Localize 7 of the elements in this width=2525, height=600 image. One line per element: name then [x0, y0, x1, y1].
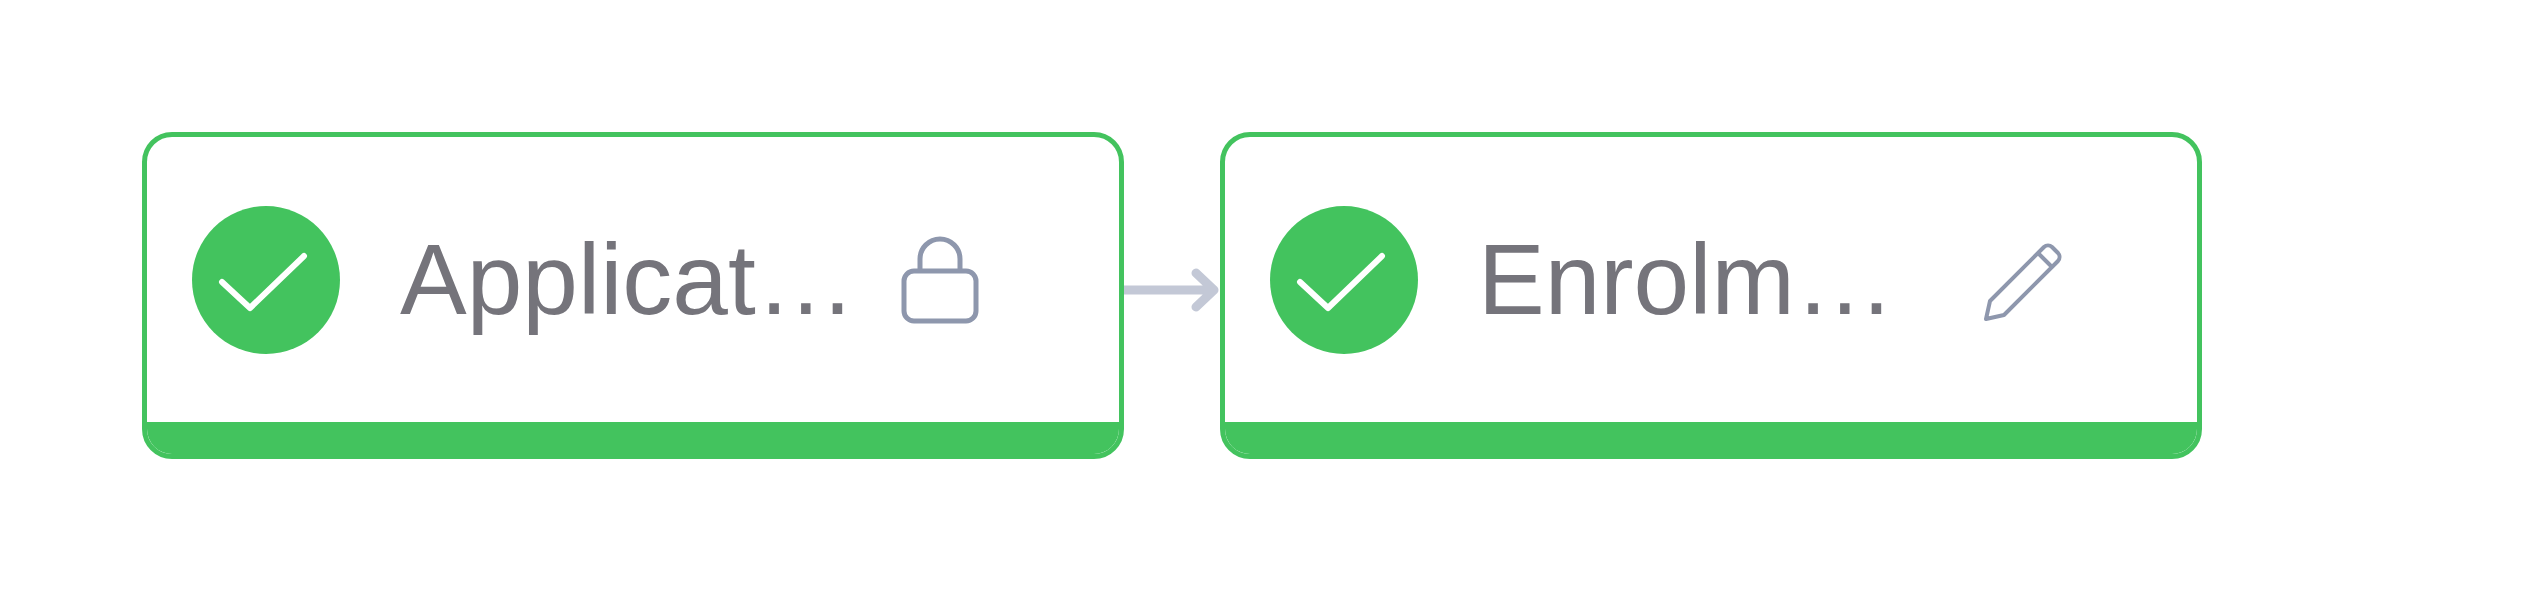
check-circle-icon	[1270, 205, 1418, 354]
step-card[interactable]: Enrolm…	[1220, 132, 2202, 459]
step-label: Enrolm…	[1478, 222, 1896, 337]
step-card[interactable]: Applicat…	[142, 132, 1124, 459]
lock-icon[interactable]	[900, 234, 980, 325]
check-circle-icon	[192, 205, 340, 354]
step-label: Applicat…	[400, 222, 857, 337]
